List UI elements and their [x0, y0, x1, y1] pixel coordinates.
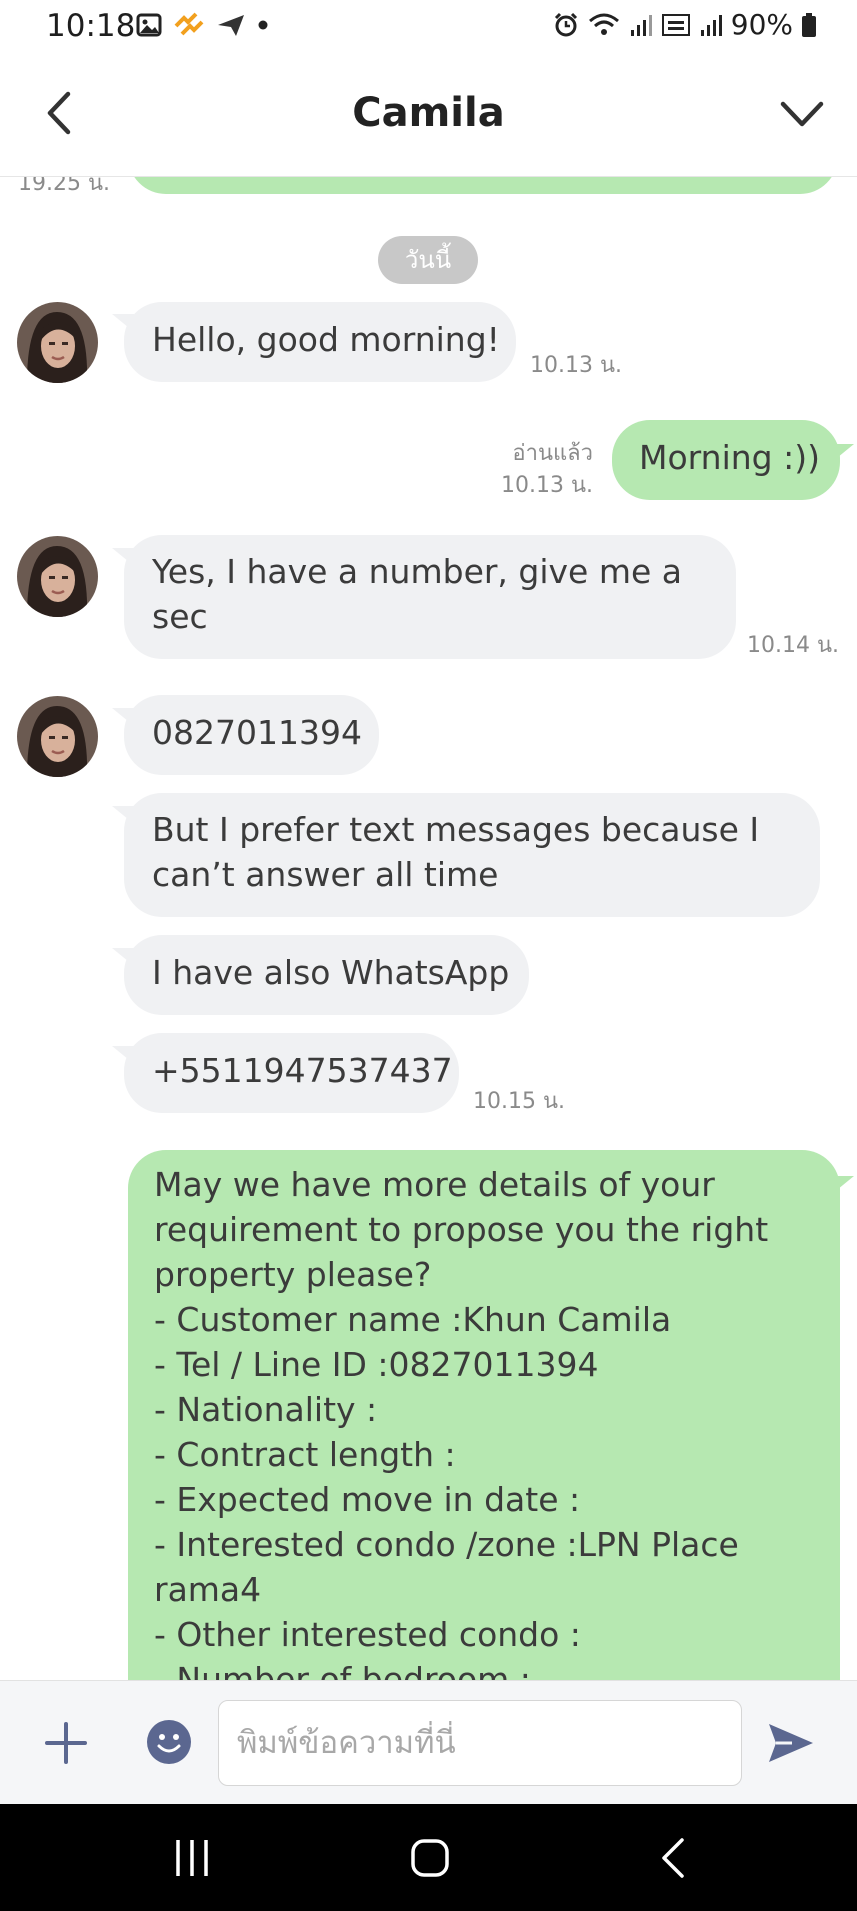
system-navigation-bar [0, 1804, 857, 1911]
bubble-tail [832, 1176, 854, 1194]
incoming-message-bubble[interactable]: Yes, I have a number, give me a sec [124, 535, 736, 659]
message-time: 10.14 น. [747, 633, 840, 658]
previous-message-bubble [128, 176, 838, 194]
nav-back-icon[interactable] [652, 1834, 696, 1882]
message-text-line: - Customer name :Khun Camila [154, 1300, 672, 1339]
incoming-message-bubble[interactable]: Hello, good morning! [124, 302, 516, 382]
outgoing-message-bubble[interactable]: May we have more details of your require… [128, 1150, 840, 1680]
read-receipt: อ่านแล้ว [512, 441, 593, 466]
gallery-icon [136, 13, 162, 37]
message-text-line: rama4 [154, 1570, 262, 1609]
incoming-message-bubble[interactable]: 0827011394 [124, 695, 379, 775]
chevron-down-icon[interactable] [777, 92, 827, 136]
message-text: 0827011394 [152, 713, 362, 752]
message-text: +5511947537437 [152, 1051, 453, 1090]
app-notification-icon [174, 12, 204, 36]
message-text-line: But I prefer text messages because I [152, 810, 760, 849]
message-text-line: requirement to propose you the right [154, 1210, 769, 1249]
battery-percent: 90% [730, 8, 793, 41]
message-text-line: May we have more details of your [154, 1165, 715, 1204]
contact-avatar[interactable] [17, 536, 98, 617]
more-dot-icon [258, 20, 268, 30]
incoming-message-bubble[interactable]: I have also WhatsApp [124, 935, 529, 1015]
send-icon[interactable] [766, 1721, 816, 1765]
message-time: 10.13 น. [530, 353, 623, 378]
plus-icon[interactable] [44, 1721, 88, 1765]
message-text-line: - Nationality : [154, 1390, 378, 1429]
message-time: 10.13 น. [500, 473, 593, 498]
message-text-line: property please? [154, 1255, 432, 1294]
incoming-message-bubble[interactable]: But I prefer text messages because I can… [124, 793, 820, 917]
volte-icon [661, 13, 690, 36]
message-input[interactable] [218, 1700, 742, 1786]
day-separator: วันนี้ [378, 236, 478, 284]
message-text-line: sec [152, 597, 208, 636]
emoji-icon[interactable] [146, 1719, 192, 1765]
message-input-bar [0, 1680, 857, 1805]
home-icon[interactable] [408, 1834, 452, 1882]
signal-2-icon [700, 14, 722, 36]
system-icons: 90% [553, 8, 817, 41]
message-text-line: - Interested condo /zone :LPN Place [154, 1525, 739, 1564]
message-text: I have also WhatsApp [152, 953, 510, 992]
message-text-line: - Tel / Line ID :0827011394 [154, 1345, 599, 1384]
alarm-icon [554, 12, 577, 36]
bubble-tail [832, 444, 854, 462]
message-text-line: can’t answer all time [152, 855, 499, 894]
chat-title: Camila [352, 90, 505, 136]
chat-header: Camila [0, 56, 857, 177]
message-text-line: - Number of bedroom : [154, 1660, 531, 1680]
signal-1-icon [630, 14, 652, 36]
incoming-message-bubble[interactable]: +5511947537437 [124, 1033, 459, 1113]
message-text-line: - Contract length : [154, 1435, 456, 1474]
battery-icon [802, 12, 816, 37]
contact-avatar[interactable] [17, 302, 98, 383]
contact-avatar[interactable] [17, 696, 98, 777]
status-time: 10:18 [46, 8, 136, 44]
message-text: Morning :)) [639, 438, 820, 477]
message-text-line: Yes, I have a number, give me a [152, 552, 683, 591]
chat-area[interactable]: 19.25 น. วันนี้ Hello, good morning! 10.… [0, 176, 857, 1680]
message-text-line: - Other interested condo : [154, 1615, 581, 1654]
message-text-line: - Expected move in date : [154, 1480, 581, 1519]
recents-icon[interactable] [170, 1834, 214, 1882]
status-bar: 10:18 90% [0, 0, 857, 56]
send-notification-icon [218, 15, 244, 36]
outgoing-message-bubble[interactable]: Morning :)) [612, 420, 840, 500]
message-time: 10.15 น. [473, 1089, 566, 1114]
wifi-icon [588, 13, 619, 35]
message-time: 19.25 น. [18, 176, 111, 196]
message-text: Hello, good morning! [152, 320, 500, 359]
notification-icons [136, 12, 268, 38]
